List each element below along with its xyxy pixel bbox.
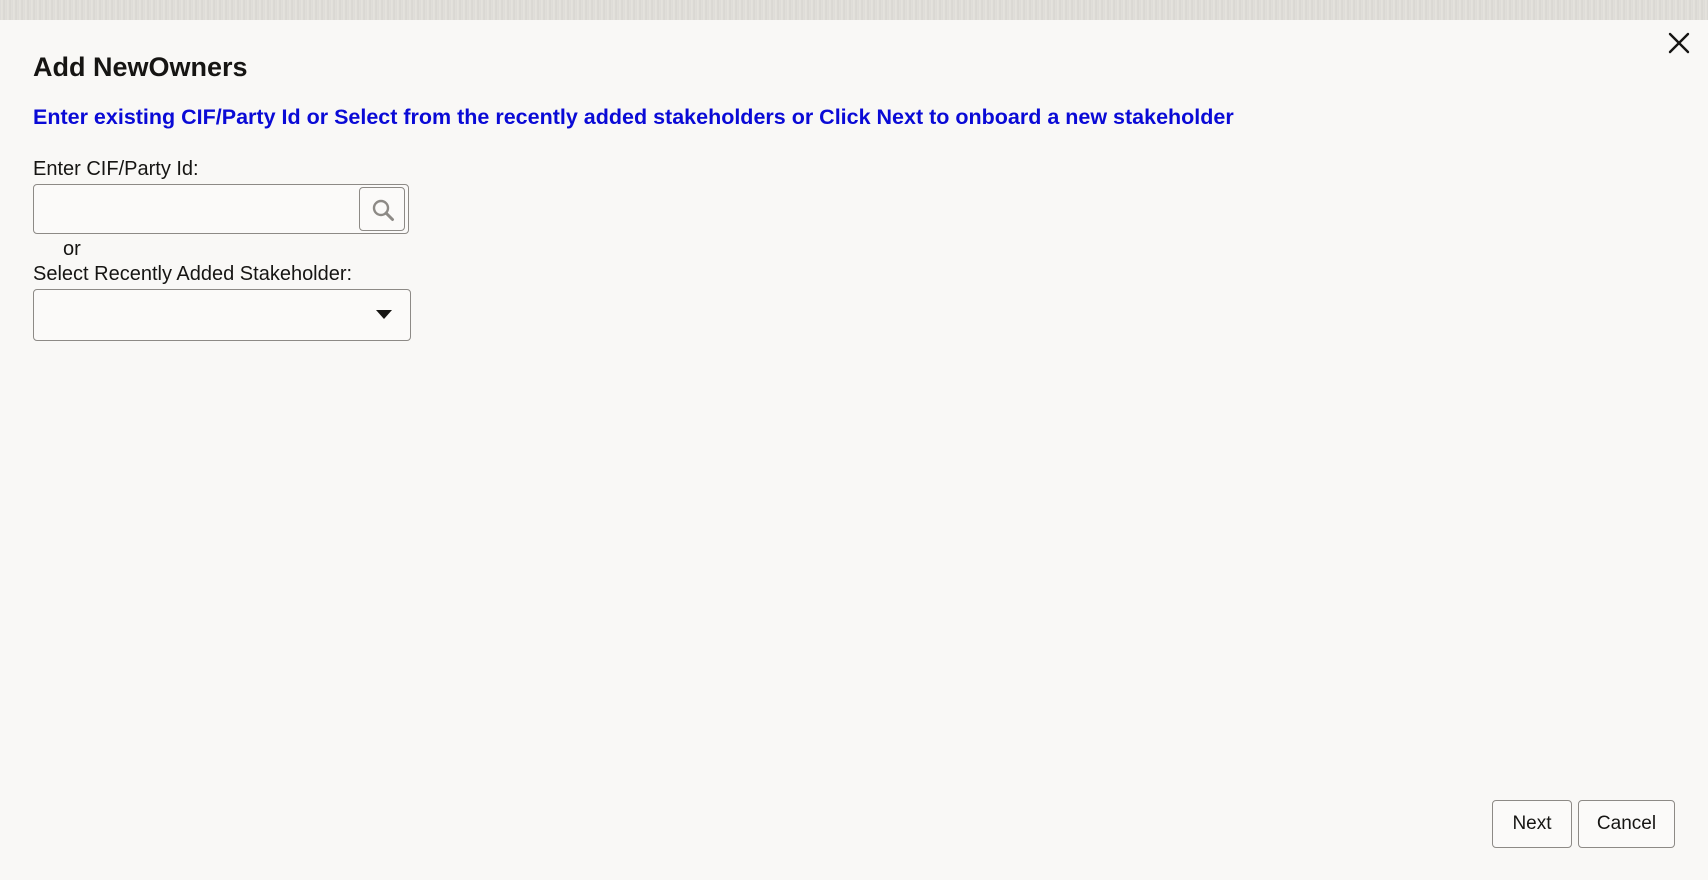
caret-down-icon <box>376 310 392 319</box>
search-button[interactable] <box>359 187 405 231</box>
next-button[interactable]: Next <box>1492 800 1572 848</box>
close-icon <box>1666 30 1692 56</box>
close-button[interactable] <box>1666 30 1692 56</box>
background-strip <box>0 0 1708 20</box>
or-separator: or <box>63 238 81 260</box>
dialog-title: Add NewOwners <box>33 52 248 82</box>
cancel-button[interactable]: Cancel <box>1578 800 1675 848</box>
add-owners-dialog: Add NewOwners Enter existing CIF/Party I… <box>0 20 1708 880</box>
stakeholder-select[interactable] <box>33 289 411 341</box>
cif-party-id-field <box>33 184 409 234</box>
cif-party-id-label: Enter CIF/Party Id: <box>33 158 199 180</box>
stakeholder-label: Select Recently Added Stakeholder: <box>33 263 353 285</box>
cif-party-id-input[interactable] <box>40 189 364 231</box>
instruction-text: Enter existing CIF/Party Id or Select fr… <box>33 105 1234 129</box>
